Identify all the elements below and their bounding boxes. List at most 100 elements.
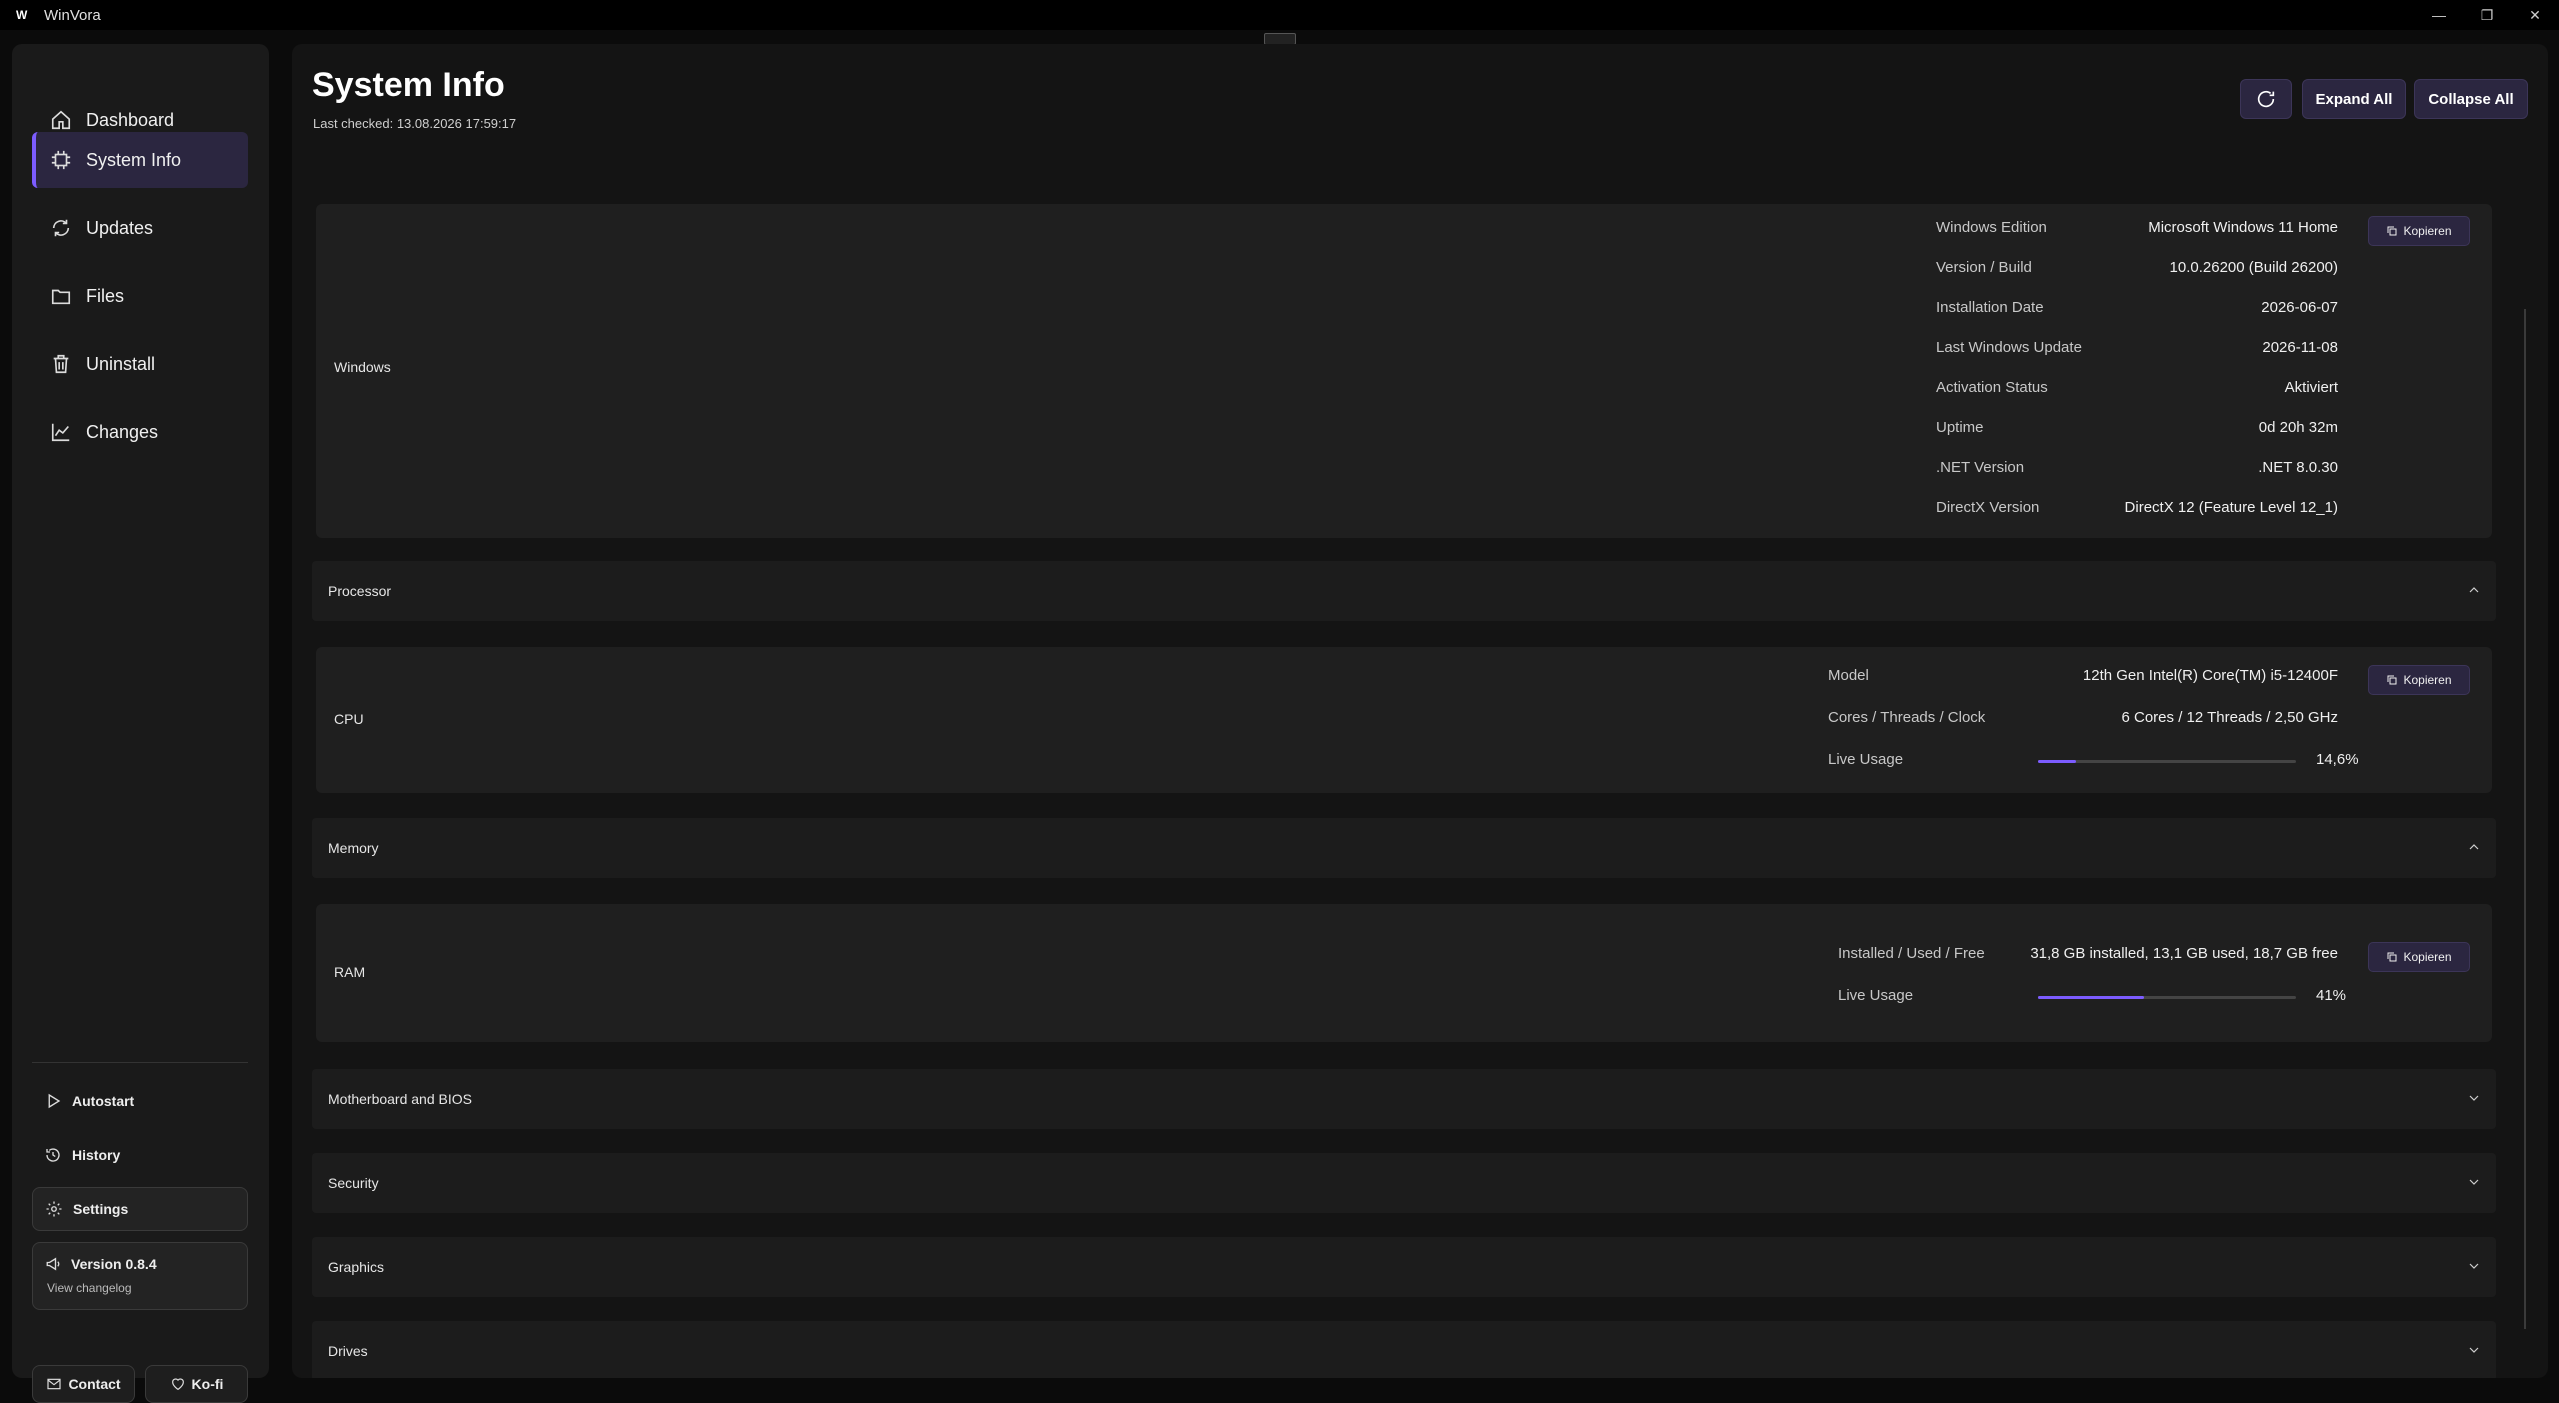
kofi-label: Ko-fi bbox=[191, 1376, 224, 1392]
directx-value: DirectX 12 (Feature Level 12_1) bbox=[2124, 499, 2338, 516]
windows-card: Windows Windows Edition Microsoft Window… bbox=[316, 204, 2492, 538]
section-label: Graphics bbox=[328, 1259, 385, 1275]
section-processor[interactable]: Processor bbox=[312, 561, 2496, 621]
dotnet-label: .NET Version bbox=[1936, 459, 2025, 476]
sidebar-item-history[interactable]: History bbox=[32, 1133, 248, 1177]
ram-usage-label: Live Usage bbox=[1838, 987, 1914, 1004]
chevron-down-icon[interactable] bbox=[2466, 1174, 2482, 1190]
sidebar-item-system-info[interactable]: System Info bbox=[32, 132, 248, 188]
chevron-down-icon[interactable] bbox=[2466, 1090, 2482, 1106]
cpu-usage-bar bbox=[2038, 760, 2296, 763]
cpu-usage-label: Live Usage bbox=[1828, 751, 1904, 768]
windows-edition-label: Windows Edition bbox=[1936, 219, 2047, 236]
sidebar-item-changes[interactable]: Changes bbox=[32, 404, 248, 460]
uptime-value: 0d 20h 32m bbox=[2258, 419, 2338, 436]
installation-date-value: 2026-06-07 bbox=[2261, 299, 2338, 316]
ram-card: RAM Installed / Used / Free 31,8 GB inst… bbox=[316, 904, 2492, 1042]
copy-icon bbox=[2387, 675, 2397, 685]
kofi-button[interactable]: Ko-fi bbox=[145, 1365, 248, 1403]
section-security[interactable]: Security bbox=[312, 1153, 2496, 1213]
main-panel: System Info Last checked: 13.08.2026 17:… bbox=[292, 44, 2548, 1378]
directx-label: DirectX Version bbox=[1936, 499, 2040, 516]
cpu-cores-label: Cores / Threads / Clock bbox=[1828, 709, 1986, 726]
title-bar: W WinVora — ❐ ✕ bbox=[0, 0, 2559, 30]
sidebar-item-files[interactable]: Files bbox=[32, 268, 248, 324]
copy-label: Kopieren bbox=[2403, 673, 2452, 687]
refresh-icon bbox=[52, 219, 70, 237]
refresh-icon bbox=[2257, 90, 2275, 108]
history-label: History bbox=[72, 1147, 121, 1163]
section-label: Motherboard and BIOS bbox=[328, 1091, 472, 1107]
copy-button[interactable]: Kopieren bbox=[2368, 942, 2470, 972]
sidebar-item-autostart[interactable]: Autostart bbox=[32, 1079, 248, 1123]
section-label: Processor bbox=[328, 583, 392, 599]
last-update-value: 2026-11-08 bbox=[2262, 339, 2338, 356]
sidebar-item-label: System Info bbox=[86, 149, 182, 170]
play-icon bbox=[48, 1093, 61, 1109]
version-card[interactable]: Version 0.8.4 View changelog bbox=[32, 1242, 248, 1310]
sidebar-item-settings[interactable]: Settings bbox=[32, 1187, 248, 1231]
card-title: RAM bbox=[334, 964, 366, 980]
minimize-button[interactable]: — bbox=[2415, 0, 2463, 30]
chart-icon bbox=[51, 423, 70, 442]
window-title: WinVora bbox=[44, 6, 101, 24]
sidebar-item-label: Dashboard bbox=[86, 109, 175, 130]
scrollbar[interactable] bbox=[2524, 309, 2526, 1329]
close-button[interactable]: ✕ bbox=[2511, 0, 2559, 30]
home-icon bbox=[51, 110, 71, 130]
gear-icon bbox=[46, 1201, 62, 1217]
activation-label: Activation Status bbox=[1936, 379, 2048, 396]
settings-label: Settings bbox=[73, 1201, 129, 1217]
page-title: System Info bbox=[312, 66, 505, 104]
sidebar-item-uninstall[interactable]: Uninstall bbox=[32, 336, 248, 392]
cpu-cores-value: 6 Cores / 12 Threads / 2,50 GHz bbox=[2121, 709, 2339, 726]
dotnet-value: .NET 8.0.30 bbox=[2258, 459, 2338, 476]
sidebar-item-label: Uninstall bbox=[86, 353, 156, 374]
ram-usage-bar bbox=[2038, 996, 2296, 999]
sidebar-item-label: Updates bbox=[86, 217, 154, 238]
cpu-model-label: Model bbox=[1828, 667, 1869, 684]
card-title: CPU bbox=[334, 711, 364, 727]
copy-button[interactable]: Kopieren bbox=[2368, 665, 2470, 695]
contact-button[interactable]: Contact bbox=[32, 1365, 135, 1403]
section-motherboard[interactable]: Motherboard and BIOS bbox=[312, 1069, 2496, 1129]
expand-all-button[interactable]: Expand All bbox=[2302, 79, 2406, 119]
installation-date-label: Installation Date bbox=[1936, 299, 2044, 316]
cpu-usage-fill bbox=[2038, 760, 2076, 763]
chip-icon bbox=[51, 150, 71, 170]
folder-icon bbox=[51, 289, 71, 305]
collapse-all-button[interactable]: Collapse All bbox=[2414, 79, 2528, 119]
restore-button[interactable]: ❐ bbox=[2463, 0, 2511, 30]
section-label: Security bbox=[328, 1175, 379, 1191]
refresh-button[interactable] bbox=[2240, 79, 2292, 119]
chevron-down-icon[interactable] bbox=[2466, 1258, 2482, 1274]
card-title: Windows bbox=[334, 359, 391, 375]
sidebar: Dashboard System Info Updates Files Unin… bbox=[12, 44, 269, 1403]
cpu-card: CPU Model 12th Gen Intel(R) Core(TM) i5-… bbox=[316, 647, 2492, 793]
sidebar-divider bbox=[32, 1062, 248, 1063]
chevron-up-icon[interactable] bbox=[2466, 582, 2482, 598]
ram-installed-value: 31,8 GB installed, 13,1 GB used, 18,7 GB… bbox=[2030, 945, 2338, 962]
chevron-up-icon[interactable] bbox=[2466, 839, 2482, 855]
copy-button[interactable]: Kopieren bbox=[2368, 216, 2470, 246]
sidebar-item-label: Files bbox=[86, 285, 125, 306]
trash-icon bbox=[53, 354, 69, 374]
autostart-label: Autostart bbox=[72, 1093, 135, 1109]
contact-label: Contact bbox=[68, 1376, 121, 1392]
history-icon bbox=[46, 1148, 60, 1162]
section-graphics[interactable]: Graphics bbox=[312, 1237, 2496, 1297]
copy-icon bbox=[2387, 952, 2397, 962]
section-memory[interactable]: Memory bbox=[312, 818, 2496, 878]
chevron-down-icon[interactable] bbox=[2466, 1342, 2482, 1358]
windows-edition-value: Microsoft Windows 11 Home bbox=[2148, 219, 2338, 236]
ram-usage-fill bbox=[2038, 996, 2144, 999]
ram-installed-label: Installed / Used / Free bbox=[1838, 945, 1985, 962]
sidebar-item-updates[interactable]: Updates bbox=[32, 200, 248, 256]
cpu-model-value: 12th Gen Intel(R) Core(TM) i5-12400F bbox=[2082, 667, 2338, 684]
heart-icon bbox=[171, 1378, 184, 1391]
mail-icon bbox=[47, 1378, 62, 1390]
last-checked: Last checked: 13.08.2026 17:59:17 bbox=[313, 116, 517, 131]
changelog-link[interactable]: View changelog bbox=[47, 1281, 247, 1295]
last-update-label: Last Windows Update bbox=[1936, 339, 2082, 356]
section-drives[interactable]: Drives bbox=[312, 1321, 2496, 1378]
